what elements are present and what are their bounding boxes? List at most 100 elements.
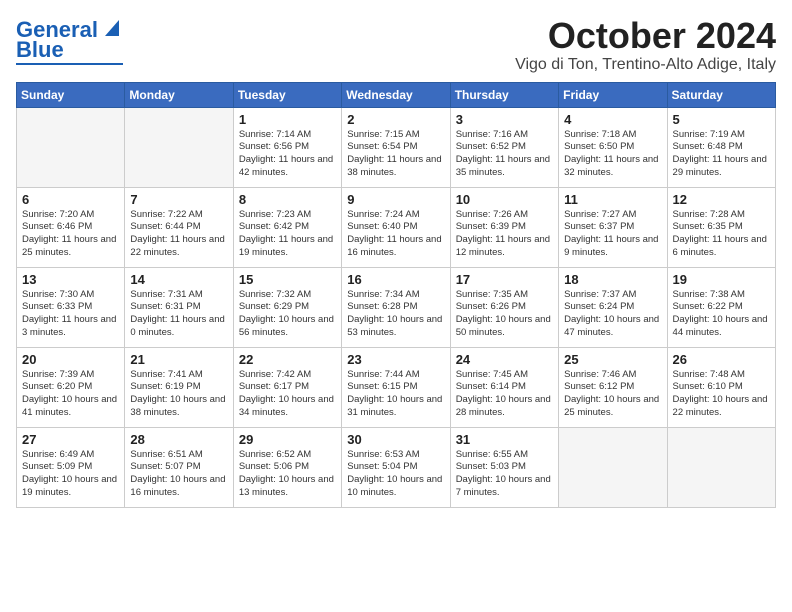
day-number: 31 — [456, 432, 553, 447]
day-info: Sunrise: 7:26 AM Sunset: 6:39 PM Dayligh… — [456, 209, 553, 260]
day-info: Sunrise: 7:34 AM Sunset: 6:28 PM Dayligh… — [347, 289, 444, 340]
calendar-cell: 2 Sunrise: 7:15 AM Sunset: 6:54 PM Daylig… — [342, 107, 450, 187]
day-number: 18 — [564, 272, 661, 287]
day-number: 8 — [239, 192, 336, 207]
calendar-cell — [559, 427, 667, 507]
day-number: 19 — [673, 272, 770, 287]
calendar-cell: 5Sunrise: 7:19 AM Sunset: 6:48 PM Daylig… — [667, 107, 775, 187]
calendar-cell — [667, 427, 775, 507]
calendar-cell: 16 Sunrise: 7:34 AM Sunset: 6:28 PM Dayli… — [342, 267, 450, 347]
calendar-cell: 3Sunrise: 7:16 AM Sunset: 6:52 PM Daylig… — [450, 107, 558, 187]
day-info: Sunrise: 7:35 AM Sunset: 6:26 PM Dayligh… — [456, 289, 553, 340]
day-info: Sunrise: 7:38 AM Sunset: 6:22 PM Dayligh… — [673, 289, 770, 340]
day-info: Sunrise: 6:51 AM Sunset: 5:07 PM Dayligh… — [130, 449, 227, 500]
day-info: Sunrise: 7:37 AM Sunset: 6:24 PM Dayligh… — [564, 289, 661, 340]
logo: General Blue — [16, 16, 123, 65]
calendar-cell: 20 Sunrise: 7:39 AM Sunset: 6:20 PM Dayli… — [17, 347, 125, 427]
calendar-cell: 22 Sunrise: 7:42 AM Sunset: 6:17 PM Dayli… — [233, 347, 341, 427]
day-number: 20 — [22, 352, 119, 367]
calendar-cell: 18 Sunrise: 7:37 AM Sunset: 6:24 PM Dayli… — [559, 267, 667, 347]
calendar-week-row: 27 Sunrise: 6:49 AM Sunset: 5:09 PM Dayli… — [17, 427, 776, 507]
day-number: 29 — [239, 432, 336, 447]
day-info: Sunrise: 6:55 AM Sunset: 5:03 PM Dayligh… — [456, 449, 553, 500]
day-info: Sunrise: 7:42 AM Sunset: 6:17 PM Dayligh… — [239, 369, 336, 420]
calendar-cell: 27 Sunrise: 6:49 AM Sunset: 5:09 PM Dayli… — [17, 427, 125, 507]
calendar-week-row: 1Sunrise: 7:14 AM Sunset: 6:56 PM Daylig… — [17, 107, 776, 187]
calendar-cell: 29 Sunrise: 6:52 AM Sunset: 5:06 PM Dayli… — [233, 427, 341, 507]
calendar-cell: 28 Sunrise: 6:51 AM Sunset: 5:07 PM Dayli… — [125, 427, 233, 507]
day-number: 17 — [456, 272, 553, 287]
day-number: 26 — [673, 352, 770, 367]
day-number: 22 — [239, 352, 336, 367]
calendar-cell: 4 Sunrise: 7:18 AM Sunset: 6:50 PM Daylig… — [559, 107, 667, 187]
day-info: Sunrise: 7:28 AM Sunset: 6:35 PM Dayligh… — [673, 209, 770, 260]
logo-icon — [101, 16, 123, 38]
calendar-cell: 13 Sunrise: 7:30 AM Sunset: 6:33 PM Dayli… — [17, 267, 125, 347]
day-number: 23 — [347, 352, 444, 367]
calendar-cell: 31 Sunrise: 6:55 AM Sunset: 5:03 PM Dayli… — [450, 427, 558, 507]
day-number: 9 — [347, 192, 444, 207]
calendar-cell: 15 Sunrise: 7:32 AM Sunset: 6:29 PM Dayli… — [233, 267, 341, 347]
day-info: Sunrise: 7:46 AM Sunset: 6:12 PM Dayligh… — [564, 369, 661, 420]
calendar-cell: 7Sunrise: 7:22 AM Sunset: 6:44 PM Daylig… — [125, 187, 233, 267]
calendar-cell: 12Sunrise: 7:28 AM Sunset: 6:35 PM Dayli… — [667, 187, 775, 267]
day-info: Sunrise: 6:53 AM Sunset: 5:04 PM Dayligh… — [347, 449, 444, 500]
calendar-cell — [17, 107, 125, 187]
calendar-cell: 19 Sunrise: 7:38 AM Sunset: 6:22 PM Dayli… — [667, 267, 775, 347]
calendar-cell: 11Sunrise: 7:27 AM Sunset: 6:37 PM Dayli… — [559, 187, 667, 267]
calendar-cell: 8 Sunrise: 7:23 AM Sunset: 6:42 PM Daylig… — [233, 187, 341, 267]
day-number: 16 — [347, 272, 444, 287]
day-number: 15 — [239, 272, 336, 287]
calendar-day-header: Thursday — [450, 82, 558, 107]
day-number: 27 — [22, 432, 119, 447]
day-number: 2 — [347, 112, 444, 127]
day-info: Sunrise: 7:14 AM Sunset: 6:56 PM Dayligh… — [239, 129, 336, 180]
day-info: Sunrise: 7:32 AM Sunset: 6:29 PM Dayligh… — [239, 289, 336, 340]
calendar-week-row: 6 Sunrise: 7:20 AM Sunset: 6:46 PM Daylig… — [17, 187, 776, 267]
calendar-cell: 10 Sunrise: 7:26 AM Sunset: 6:39 PM Dayli… — [450, 187, 558, 267]
day-info: Sunrise: 6:49 AM Sunset: 5:09 PM Dayligh… — [22, 449, 119, 500]
day-info: Sunrise: 7:24 AM Sunset: 6:40 PM Dayligh… — [347, 209, 444, 260]
day-info: Sunrise: 6:52 AM Sunset: 5:06 PM Dayligh… — [239, 449, 336, 500]
calendar-cell: 21Sunrise: 7:41 AM Sunset: 6:19 PM Dayli… — [125, 347, 233, 427]
calendar-cell: 26 Sunrise: 7:48 AM Sunset: 6:10 PM Dayli… — [667, 347, 775, 427]
day-info: Sunrise: 7:45 AM Sunset: 6:14 PM Dayligh… — [456, 369, 553, 420]
calendar-day-header: Monday — [125, 82, 233, 107]
day-number: 28 — [130, 432, 227, 447]
calendar-cell: 17 Sunrise: 7:35 AM Sunset: 6:26 PM Dayli… — [450, 267, 558, 347]
day-number: 13 — [22, 272, 119, 287]
calendar-cell: 6 Sunrise: 7:20 AM Sunset: 6:46 PM Daylig… — [17, 187, 125, 267]
day-info: Sunrise: 7:44 AM Sunset: 6:15 PM Dayligh… — [347, 369, 444, 420]
calendar-cell — [125, 107, 233, 187]
month-title: October 2024 — [515, 16, 776, 56]
day-number: 14 — [130, 272, 227, 287]
location-title: Vigo di Ton, Trentino-Alto Adige, Italy — [515, 56, 776, 74]
calendar-cell: 24Sunrise: 7:45 AM Sunset: 6:14 PM Dayli… — [450, 347, 558, 427]
day-number: 30 — [347, 432, 444, 447]
day-info: Sunrise: 7:20 AM Sunset: 6:46 PM Dayligh… — [22, 209, 119, 260]
calendar-day-header: Wednesday — [342, 82, 450, 107]
day-number: 4 — [564, 112, 661, 127]
page-header: General Blue October 2024 Vigo di Ton, T… — [16, 16, 776, 74]
day-number: 6 — [22, 192, 119, 207]
calendar-day-header: Sunday — [17, 82, 125, 107]
calendar-day-header: Saturday — [667, 82, 775, 107]
day-info: Sunrise: 7:23 AM Sunset: 6:42 PM Dayligh… — [239, 209, 336, 260]
calendar-table: SundayMondayTuesdayWednesdayThursdayFrid… — [16, 82, 776, 508]
calendar-cell: 25Sunrise: 7:46 AM Sunset: 6:12 PM Dayli… — [559, 347, 667, 427]
day-info: Sunrise: 7:39 AM Sunset: 6:20 PM Dayligh… — [22, 369, 119, 420]
calendar-cell: 9 Sunrise: 7:24 AM Sunset: 6:40 PM Daylig… — [342, 187, 450, 267]
calendar-week-row: 20 Sunrise: 7:39 AM Sunset: 6:20 PM Dayli… — [17, 347, 776, 427]
day-info: Sunrise: 7:15 AM Sunset: 6:54 PM Dayligh… — [347, 129, 444, 180]
calendar-cell: 1Sunrise: 7:14 AM Sunset: 6:56 PM Daylig… — [233, 107, 341, 187]
day-number: 10 — [456, 192, 553, 207]
day-info: Sunrise: 7:30 AM Sunset: 6:33 PM Dayligh… — [22, 289, 119, 340]
day-info: Sunrise: 7:48 AM Sunset: 6:10 PM Dayligh… — [673, 369, 770, 420]
calendar-header-row: SundayMondayTuesdayWednesdayThursdayFrid… — [17, 82, 776, 107]
day-number: 3 — [456, 112, 553, 127]
day-info: Sunrise: 7:22 AM Sunset: 6:44 PM Dayligh… — [130, 209, 227, 260]
day-number: 5 — [673, 112, 770, 127]
day-info: Sunrise: 7:18 AM Sunset: 6:50 PM Dayligh… — [564, 129, 661, 180]
calendar-day-header: Tuesday — [233, 82, 341, 107]
logo-text-blue: Blue — [16, 39, 64, 61]
